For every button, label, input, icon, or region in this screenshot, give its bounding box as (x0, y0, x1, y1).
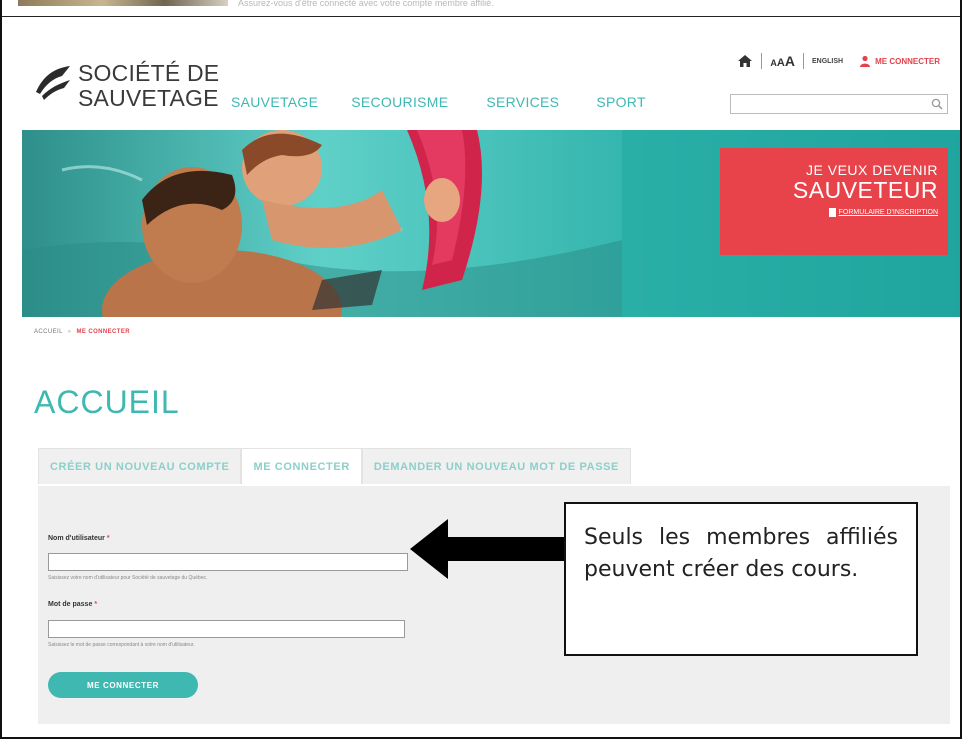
home-icon[interactable] (737, 54, 753, 68)
password-help-text: Saisissez le mot de passe correspondant … (48, 642, 195, 648)
text-size-large[interactable]: A (785, 53, 795, 69)
search-icon[interactable] (931, 98, 943, 110)
become-lifeguard-cta[interactable]: JE VEUX DEVENIR SAUVETEUR FORMULAIRE D'I… (720, 148, 948, 255)
header-login-label: ME CONNECTER (875, 56, 940, 66)
breadcrumb-separator: » (67, 329, 72, 335)
previous-page-thumbnail (18, 0, 228, 6)
password-label: Mot de passe * (48, 601, 97, 608)
nav-item-secourisme[interactable]: SECOURISME (351, 94, 448, 110)
utility-divider (802, 53, 804, 69)
username-label-text: Nom d'utilisateur (48, 535, 105, 542)
annotation-callout: Seuls les membres affiliés peuvent créer… (564, 502, 918, 656)
breadcrumb-current: ME CONNECTER (76, 329, 130, 335)
username-label: Nom d'utilisateur * (48, 535, 110, 542)
logo-line-1: SOCIÉTÉ DE (78, 60, 220, 86)
nav-item-services[interactable]: SERVICES (486, 94, 559, 110)
header-login-link[interactable]: ME CONNECTER (859, 55, 940, 67)
utility-bar: AAA ENGLISH ME CONNECTER (737, 53, 940, 69)
registration-form-link[interactable]: FORMULAIRE D'INSCRIPTION (828, 208, 938, 217)
utility-divider (761, 53, 763, 69)
username-help-text: Saisissez votre nom d'utilisateur pour S… (48, 575, 208, 581)
hero-photo (22, 130, 622, 317)
password-label-text: Mot de passe (48, 601, 93, 608)
registration-form-label: FORMULAIRE D'INSCRIPTION (838, 209, 938, 216)
logo-mark-icon (36, 66, 70, 100)
language-switch-link[interactable]: ENGLISH (812, 58, 843, 65)
tab-create-account[interactable]: CRÉER UN NOUVEAU COMPTE (38, 448, 242, 484)
cta-line-2: SAUVETEUR (792, 177, 938, 203)
site-logo[interactable]: SOCIÉTÉ DE SAUVETAGE (32, 58, 219, 118)
nav-item-sport[interactable]: SPORT (596, 94, 645, 110)
nav-item-sauvetage[interactable]: SAUVETAGE (231, 94, 318, 110)
page-title: ACCUEIL (34, 384, 180, 420)
password-field[interactable] (48, 620, 405, 638)
breadcrumb: ACCUEIL » ME CONNECTER (34, 329, 130, 335)
search-input[interactable] (730, 94, 948, 114)
username-field[interactable] (48, 553, 408, 571)
cta-line-1: JE VEUX DEVENIR (806, 162, 938, 178)
annotation-arrow-icon (410, 519, 570, 579)
required-marker: * (106, 535, 110, 542)
login-submit-button[interactable]: ME CONNECTER (48, 672, 198, 698)
document-icon (828, 208, 836, 217)
text-size-medium[interactable]: A (777, 57, 785, 69)
main-nav: SAUVETAGE SECOURISME SERVICES SPORT (231, 94, 646, 110)
tab-login[interactable]: ME CONNECTER (241, 448, 362, 484)
account-tabs: CRÉER UN NOUVEAU COMPTE ME CONNECTER DEM… (38, 448, 948, 486)
text-size-control[interactable]: AAA (770, 53, 795, 69)
previous-page-strip: Assurez-vous d'être connecté avec votre … (2, 0, 960, 17)
previous-page-text: Assurez-vous d'être connecté avec votre … (238, 0, 494, 8)
required-marker: * (94, 601, 98, 608)
user-icon (860, 55, 871, 67)
logo-line-2: SAUVETAGE (78, 85, 219, 111)
breadcrumb-home[interactable]: ACCUEIL (34, 329, 63, 335)
tab-request-password[interactable]: DEMANDER UN NOUVEAU MOT DE PASSE (361, 448, 631, 484)
screenshot-frame: Assurez-vous d'être connecté avec votre … (0, 0, 962, 739)
